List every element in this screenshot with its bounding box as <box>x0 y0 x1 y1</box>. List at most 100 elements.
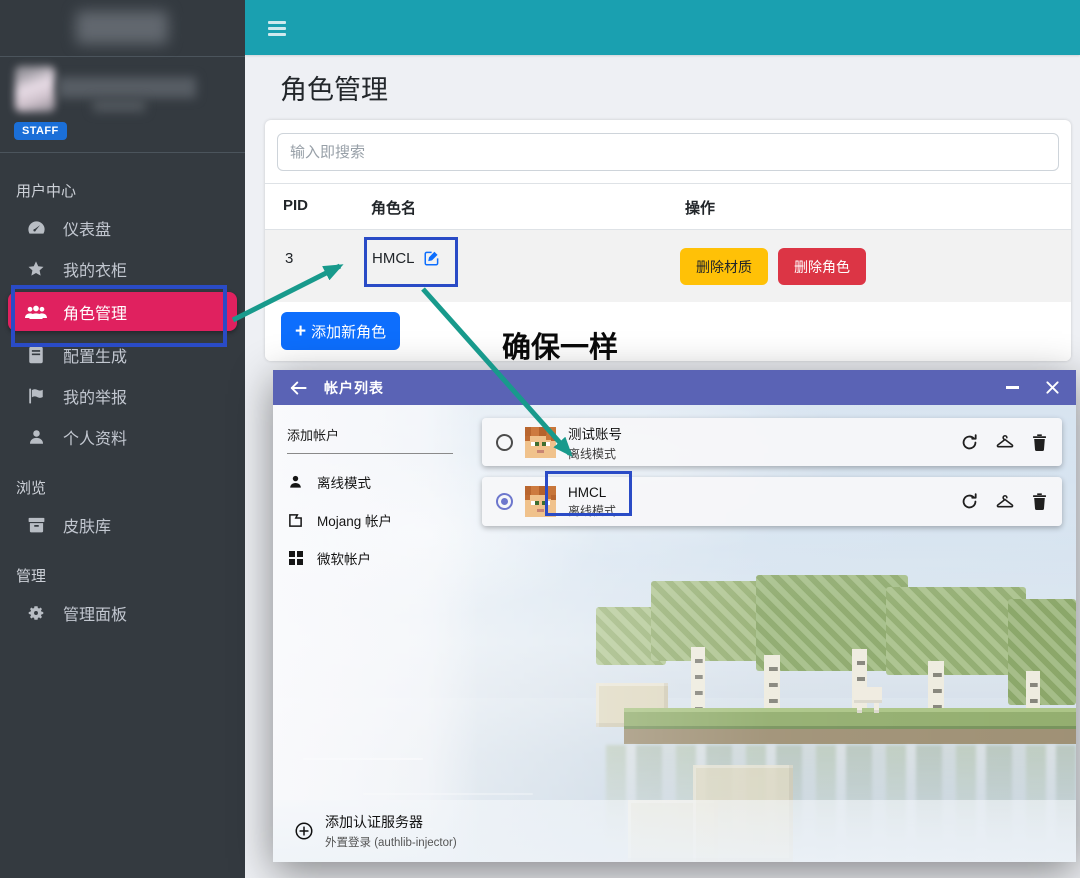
hanger-icon[interactable] <box>995 493 1015 511</box>
column-pid: PID <box>283 197 308 214</box>
annotation-text: 确保一样 <box>502 324 618 366</box>
section-header-browse: 浏览 <box>0 467 245 504</box>
account-info: 测试账号 离线模式 <box>568 423 622 462</box>
window-controls <box>1006 380 1060 395</box>
sidebar-item-players[interactable]: 角色管理 <box>8 292 237 331</box>
hanger-icon[interactable] <box>995 433 1015 451</box>
refresh-icon[interactable] <box>960 492 979 511</box>
section-header-user-center: 用户中心 <box>0 170 245 207</box>
sidebar-item-label: 我的举报 <box>63 384 127 408</box>
drawer-item-label: 离线模式 <box>317 472 371 492</box>
microsoft-icon <box>287 551 304 565</box>
trash-icon[interactable] <box>1031 433 1048 452</box>
account-actions <box>960 492 1048 511</box>
sidebar-item-dashboard[interactable]: 仪表盘 <box>0 207 245 248</box>
player-name-text: HMCL <box>372 250 415 267</box>
add-auth-server-subtitle: 外置登录 (authlib-injector) <box>325 834 457 850</box>
add-account-label: 添加帐户 <box>287 425 339 444</box>
sidebar-item-label: 配置生成 <box>63 343 127 367</box>
sidebar-item-profile[interactable]: 个人资料 <box>0 416 245 457</box>
search-input[interactable] <box>277 133 1059 171</box>
mojang-icon <box>287 513 304 528</box>
gear-icon <box>24 604 48 622</box>
person-icon <box>287 474 304 490</box>
radio-selected[interactable] <box>496 493 513 510</box>
column-name: 角色名 <box>371 197 416 218</box>
page-title: 角色管理 <box>280 68 388 107</box>
sidebar-nav: 用户中心 仪表盘 我的衣柜 角色管理 配置生成 <box>0 170 245 633</box>
sidebar: STAFF 用户中心 仪表盘 我的衣柜 角色管理 配置生成 <box>0 0 245 878</box>
user-avatar-redacted <box>15 66 55 112</box>
delete-player-button[interactable]: 删除角色 <box>778 248 866 285</box>
drawer-item-mojang[interactable]: Mojang 帐户 <box>287 505 392 535</box>
add-account-drawer: 添加帐户 离线模式 Mojang 帐户 微软帐户 <box>273 405 479 862</box>
column-actions: 操作 <box>685 197 715 218</box>
sidebar-item-skinlib[interactable]: 皮肤库 <box>0 504 245 545</box>
hamburger-icon[interactable] <box>268 21 286 39</box>
sidebar-item-closet[interactable]: 我的衣柜 <box>0 248 245 289</box>
hmcl-window: 帐户列表 <box>273 370 1076 862</box>
sidebar-item-label: 皮肤库 <box>63 513 111 537</box>
refresh-icon[interactable] <box>960 433 979 452</box>
sidebar-divider <box>0 152 245 153</box>
users-icon <box>24 304 48 320</box>
card-footer: + 添加新角色 <box>265 302 1071 361</box>
pencil-square-icon[interactable] <box>423 249 441 267</box>
star-icon <box>24 260 48 278</box>
minimize-icon[interactable] <box>1006 386 1019 389</box>
username-redacted <box>58 77 196 98</box>
hmcl-titlebar[interactable]: 帐户列表 <box>273 370 1076 405</box>
user-subtitle-redacted <box>93 99 145 112</box>
account-info: HMCL 离线模式 <box>568 485 616 519</box>
account-actions <box>960 433 1048 452</box>
sidebar-item-reports[interactable]: 我的举报 <box>0 375 245 416</box>
topbar <box>245 0 1080 55</box>
sidebar-item-label: 角色管理 <box>63 300 127 324</box>
trash-icon[interactable] <box>1031 492 1048 511</box>
account-name: HMCL <box>568 485 616 500</box>
hmcl-window-title: 帐户列表 <box>324 378 384 398</box>
plus-icon: + <box>295 322 306 341</box>
table-row: 3 HMCL 删除材质 删除角色 <box>265 230 1071 302</box>
radio-unselected[interactable] <box>496 434 513 451</box>
plus-circle-icon <box>294 821 314 841</box>
cell-pid: 3 <box>285 250 293 267</box>
add-player-button[interactable]: + 添加新角色 <box>281 312 400 350</box>
player-head-avatar <box>525 486 556 517</box>
sidebar-item-label: 仪表盘 <box>63 216 111 240</box>
sidebar-item-label: 我的衣柜 <box>63 257 127 281</box>
brand-header[interactable] <box>0 0 245 57</box>
close-icon[interactable] <box>1045 380 1060 395</box>
arrow-left-icon[interactable] <box>289 380 308 396</box>
add-player-label: 添加新角色 <box>311 321 386 342</box>
add-auth-server-button[interactable]: 添加认证服务器 外置登录 (authlib-injector) <box>273 800 1076 862</box>
account-row-hmcl[interactable]: HMCL 离线模式 <box>482 477 1062 526</box>
account-name: 测试账号 <box>568 423 622 443</box>
delete-texture-button[interactable]: 删除材质 <box>680 248 768 285</box>
archive-icon <box>24 516 48 534</box>
hmcl-content: 添加帐户 离线模式 Mojang 帐户 微软帐户 <box>273 405 1076 862</box>
sidebar-item-label: 个人资料 <box>63 425 127 449</box>
account-type: 离线模式 <box>568 445 622 462</box>
brand-logo-redacted <box>76 11 168 44</box>
account-type: 离线模式 <box>568 502 616 519</box>
drawer-divider <box>287 453 453 454</box>
players-card: PID 角色名 操作 3 HMCL 删除材质 删除角色 + 添加新角色 <box>265 120 1071 361</box>
drawer-item-offline[interactable]: 离线模式 <box>287 467 371 497</box>
sidebar-item-config[interactable]: 配置生成 <box>0 334 245 375</box>
player-head-avatar <box>525 427 556 458</box>
gauge-icon <box>24 219 48 236</box>
drawer-item-microsoft[interactable]: 微软帐户 <box>287 543 371 573</box>
sidebar-item-admin-panel[interactable]: 管理面板 <box>0 592 245 633</box>
cell-player-name: HMCL <box>372 249 441 267</box>
add-auth-server-title: 添加认证服务器 <box>325 812 457 832</box>
user-icon <box>24 428 48 446</box>
section-header-admin: 管理 <box>0 555 245 592</box>
book-icon <box>24 346 48 364</box>
flag-icon <box>24 387 48 405</box>
add-auth-server-text: 添加认证服务器 外置登录 (authlib-injector) <box>325 812 457 850</box>
sidebar-item-label: 管理面板 <box>63 601 127 625</box>
account-row-test[interactable]: 测试账号 离线模式 <box>482 418 1062 466</box>
drawer-item-label: 微软帐户 <box>317 548 371 568</box>
drawer-item-label: Mojang 帐户 <box>317 510 392 530</box>
